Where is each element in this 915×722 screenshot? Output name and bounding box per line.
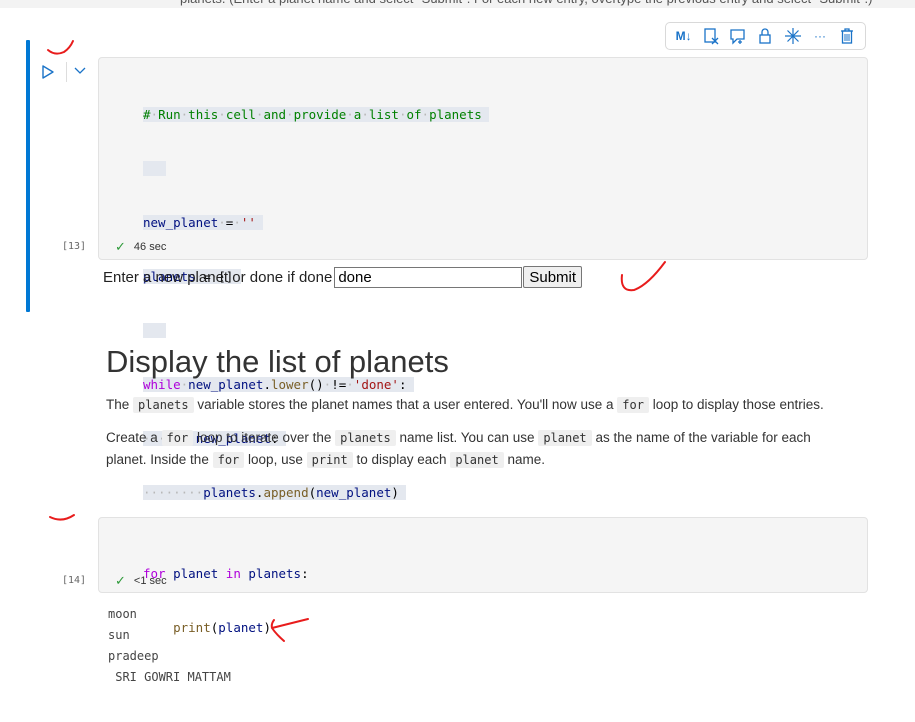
inline-code: print — [306, 452, 353, 468]
text: to display each — [356, 452, 447, 467]
cell-2-status: ✓ <1 sec — [115, 573, 167, 589]
inline-code: planets — [335, 430, 396, 446]
cell-1-status: ✓ 46 sec — [115, 239, 166, 255]
inline-code: planet — [450, 452, 504, 468]
inline-code: for — [212, 452, 245, 468]
markdown-paragraph-1: The planets variable stores the planet n… — [106, 394, 846, 416]
text: loop to display those entries. — [652, 397, 824, 412]
markdown-paragraph-2: Create a for loop to iterate over the pl… — [106, 427, 846, 471]
text: name. — [507, 452, 545, 467]
execution-time: <1 sec — [133, 575, 167, 587]
input-prompt: Enter a new planet or done if done — [103, 268, 333, 286]
previous-markdown-text: planets. (Enter a planet name and select… — [180, 0, 872, 6]
lock-icon[interactable] — [755, 26, 775, 46]
annotation-smile-mark — [49, 514, 75, 521]
inline-code: for — [617, 397, 649, 413]
markdown-icon[interactable]: M↓ — [674, 26, 694, 46]
cell-2-output: moon sun pradeep SRI GOWRI MATTAM — [108, 604, 231, 688]
inline-code: for — [161, 430, 194, 446]
submit-button[interactable]: Submit — [523, 266, 583, 288]
text: loop, use — [248, 452, 303, 467]
execution-time: 46 sec — [133, 241, 167, 253]
output-line: SRI GOWRI MATTAM — [108, 670, 231, 684]
annotation-check-mark — [620, 261, 666, 292]
code-cell-2[interactable]: for planet in planets: print(planet) ✓ <… — [98, 517, 868, 635]
planet-input-field[interactable] — [334, 266, 523, 288]
execution-count-2: [14] — [62, 575, 87, 586]
text: name list. You can use — [399, 430, 535, 445]
output-line: pradeep — [108, 649, 159, 663]
execution-count-1: [13] — [62, 241, 87, 252]
output-line: sun — [108, 628, 130, 642]
freeze-icon[interactable] — [783, 26, 803, 46]
text: variable stores the planet names that a … — [197, 397, 614, 412]
delete-icon[interactable] — [837, 26, 857, 46]
text: The — [106, 397, 130, 412]
cell-focus-indicator — [26, 40, 30, 312]
output-line: moon — [108, 607, 137, 621]
add-comment-icon[interactable] — [728, 26, 748, 46]
success-check-icon: ✓ — [115, 239, 126, 254]
more-icon[interactable]: ··· — [810, 26, 830, 46]
run-options-chevron-icon[interactable] — [73, 65, 87, 77]
success-check-icon: ✓ — [115, 573, 126, 588]
text: loop to iterate over the — [197, 430, 332, 445]
inline-code: planets — [133, 397, 194, 413]
inline-code: planet — [538, 430, 592, 446]
previous-markdown-cut: planets. (Enter a planet name and select… — [0, 0, 915, 8]
clear-output-icon[interactable] — [701, 26, 721, 46]
run-divider — [66, 62, 67, 82]
code-cell-1[interactable]: #·Run·this·cell·and·provide·a·list·of·pl… — [98, 57, 868, 554]
annotation-check-mark — [47, 40, 74, 55]
input-widget: Enter a new planet or done if done Submi… — [103, 266, 583, 288]
cell-toolbar: M↓ ··· — [665, 22, 866, 50]
text: Create a — [106, 430, 158, 445]
run-cell-button[interactable] — [40, 64, 56, 80]
code-editor-1[interactable]: #·Run·this·cell·and·provide·a·list·of·pl… — [143, 70, 595, 592]
section-heading: Display the list of planets — [106, 344, 449, 379]
